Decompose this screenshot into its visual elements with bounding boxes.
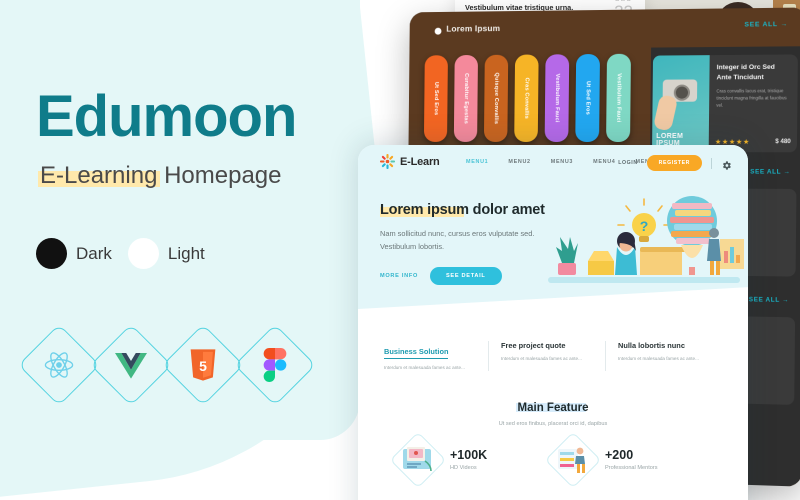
feature-column-3[interactable]: Nulla lobortis nunc Interdum et malesuad… bbox=[605, 341, 722, 372]
nav-actions: LOGIN REGISTER bbox=[618, 155, 732, 171]
stat-icon-frame bbox=[544, 431, 602, 489]
dark-mockup-header: Lorem Ipsum SEE ALL → bbox=[409, 7, 800, 50]
feature-column-title: Free project quote bbox=[501, 341, 566, 350]
dark-header-title: Lorem Ipsum bbox=[446, 23, 501, 34]
stat-text: +200 Professional Mentors bbox=[605, 447, 658, 472]
course-detail-card[interactable]: LOREM IPSUM Integer id Orc Sed Ante Tinc… bbox=[652, 54, 798, 153]
figma-icon bbox=[255, 345, 295, 385]
login-link[interactable]: LOGIN bbox=[618, 160, 637, 166]
hero-heading: Lorem ipsum dolor amet bbox=[380, 202, 545, 218]
see-all-label: SEE ALL bbox=[744, 21, 778, 29]
book-spine[interactable]: Ut Sed Eros bbox=[575, 54, 601, 142]
logo[interactable]: E-Learn bbox=[380, 154, 440, 169]
main-feature-header: Main Feature Ut sed eros finibus, placer… bbox=[358, 398, 748, 427]
screenshot-root: Edumoon E-Learning Homepage Dark Light 5… bbox=[0, 0, 800, 500]
course-thumbnail: LOREM IPSUM bbox=[652, 55, 710, 153]
tech-stack-icons: 5 bbox=[17, 323, 317, 407]
stat-icon-frame bbox=[389, 431, 447, 489]
book-shelf-row-1: Ut Sed Eros Curabitur Egestas Quisque Co… bbox=[423, 53, 649, 146]
page-subtitle: E-Learning Homepage bbox=[38, 162, 282, 189]
theme-options: Dark Light bbox=[36, 238, 205, 269]
feature-column-title: Nulla lobortis nunc bbox=[618, 341, 685, 350]
stats-grid: +100K HD Videos +200 Professional Mentor… bbox=[389, 431, 708, 500]
hero-actions: MORE INFO SEE DETAIL bbox=[380, 266, 570, 285]
main-feature-heading: Main Feature bbox=[517, 402, 589, 414]
main-feature-heading-wrap: Main Feature bbox=[515, 398, 589, 416]
stat-value: +100K bbox=[450, 447, 488, 462]
stat-item-hd-videos: +100K HD Videos bbox=[389, 431, 553, 489]
subtitle-wrap: E-Learning Homepage bbox=[38, 162, 284, 190]
dark-swatch-icon[interactable] bbox=[36, 238, 67, 269]
feature-column-text: Interdum et malesuada fames ac ante... bbox=[384, 365, 465, 370]
feature-column-1[interactable]: Business Solution Interdum et malesuada … bbox=[384, 341, 488, 371]
tech-badge-figma bbox=[233, 323, 317, 407]
navbar: E-Learn MENU1 MENU2 MENU3 MENU4 MENU5 LO… bbox=[358, 145, 748, 179]
nav-item-menu3[interactable]: MENU3 bbox=[551, 159, 573, 165]
hero-illustration: ? bbox=[544, 185, 744, 295]
arrow-right-icon: → bbox=[780, 20, 788, 29]
page-title: Edumoon bbox=[36, 84, 297, 149]
hand-illustration bbox=[652, 94, 679, 132]
html5-icon: 5 bbox=[183, 345, 223, 385]
vue-icon bbox=[111, 345, 151, 385]
course-description: Cras convallis lacus erat, tristique tin… bbox=[716, 88, 787, 108]
stat-text: +100K HD Videos bbox=[450, 447, 488, 472]
logo-text: E-Learn bbox=[400, 155, 440, 168]
gear-icon[interactable] bbox=[721, 158, 732, 170]
theme-option-dark[interactable]: Dark bbox=[36, 238, 112, 269]
tech-badge-vue bbox=[89, 323, 173, 407]
stats-row: +100K HD Videos +200 Professional Mentor… bbox=[389, 431, 708, 489]
tech-badge-html5: 5 bbox=[161, 323, 245, 407]
stat-value: +200 bbox=[605, 447, 634, 462]
svg-text:5: 5 bbox=[199, 358, 207, 374]
course-price: $ 480 bbox=[775, 139, 791, 146]
feature-column-text: Interdum et malesuada fames ac ante... bbox=[501, 356, 582, 361]
light-swatch-icon[interactable] bbox=[127, 238, 159, 269]
theme-label-dark: Dark bbox=[76, 243, 112, 263]
nav-item-menu2[interactable]: MENU2 bbox=[508, 159, 530, 165]
react-icon bbox=[39, 345, 79, 385]
elearn-logo-icon bbox=[380, 154, 395, 169]
nav-item-menu1[interactable]: MENU1 bbox=[466, 159, 488, 165]
stat-item-mentors: +200 Professional Mentors bbox=[544, 431, 708, 489]
book-spine[interactable]: Curabitur Egestas bbox=[453, 54, 478, 142]
mentor-icon bbox=[556, 445, 590, 475]
dark-logo-icon bbox=[434, 27, 442, 35]
more-info-link[interactable]: MORE INFO bbox=[380, 273, 418, 279]
see-all-link-2[interactable]: SEE ALL → bbox=[750, 168, 790, 175]
see-all-link-3[interactable]: SEE ALL → bbox=[749, 296, 789, 304]
register-button[interactable]: REGISTER bbox=[646, 155, 702, 171]
left-panel: Edumoon E-Learning Homepage Dark Light 5 bbox=[0, 0, 360, 500]
hero-text: Lorem ipsum dolor amet Nam sollicitud nu… bbox=[380, 201, 570, 285]
nav-item-menu4[interactable]: MENU4 bbox=[593, 159, 615, 165]
book-spine[interactable]: Ut Sed Eros bbox=[423, 55, 448, 142]
course-title: Integer id Orc Sed Ante Tincidunt bbox=[716, 63, 775, 81]
theme-option-light[interactable]: Light bbox=[127, 238, 205, 269]
book-spine[interactable]: Vestibulum Fauci bbox=[606, 53, 631, 143]
theme-label-light: Light bbox=[167, 243, 205, 263]
hero-heading-wrap: Lorem ipsum dolor amet bbox=[380, 201, 545, 219]
front-mockup: E-Learn MENU1 MENU2 MENU3 MENU4 MENU5 LO… bbox=[358, 145, 748, 500]
see-detail-button[interactable]: SEE DETAIL bbox=[430, 266, 502, 285]
nav-divider bbox=[711, 157, 712, 169]
stat-label: Professional Mentors bbox=[605, 465, 658, 472]
hero-paragraph: Nam sollicitud nunc, cursus eros vulputa… bbox=[380, 229, 535, 251]
svg-text:?: ? bbox=[640, 218, 649, 234]
feature-columns: Business Solution Interdum et malesuada … bbox=[384, 341, 722, 372]
main-feature-subtitle: Ut sed eros finibus, placerat orci id, d… bbox=[498, 421, 608, 427]
feature-column-2[interactable]: Free project quote Interdum et malesuada… bbox=[488, 341, 605, 372]
video-icon bbox=[401, 445, 435, 475]
feature-column-title: Business Solution bbox=[384, 347, 449, 359]
stat-label: HD Videos bbox=[450, 465, 477, 472]
book-spine[interactable]: Quisque Convallis bbox=[483, 54, 509, 142]
book-spine[interactable]: Cras Convallis bbox=[514, 54, 539, 142]
see-all-link[interactable]: SEE ALL → bbox=[744, 21, 788, 29]
tech-badge-react bbox=[17, 323, 101, 407]
mockup-composition: Science - Math Vestibulum vitae tristiqu… bbox=[355, 0, 800, 500]
feature-column-text: Interdum et malesuada fames ac ante... bbox=[618, 356, 699, 361]
book-spine[interactable]: Vestibulum Fauci bbox=[544, 54, 570, 142]
